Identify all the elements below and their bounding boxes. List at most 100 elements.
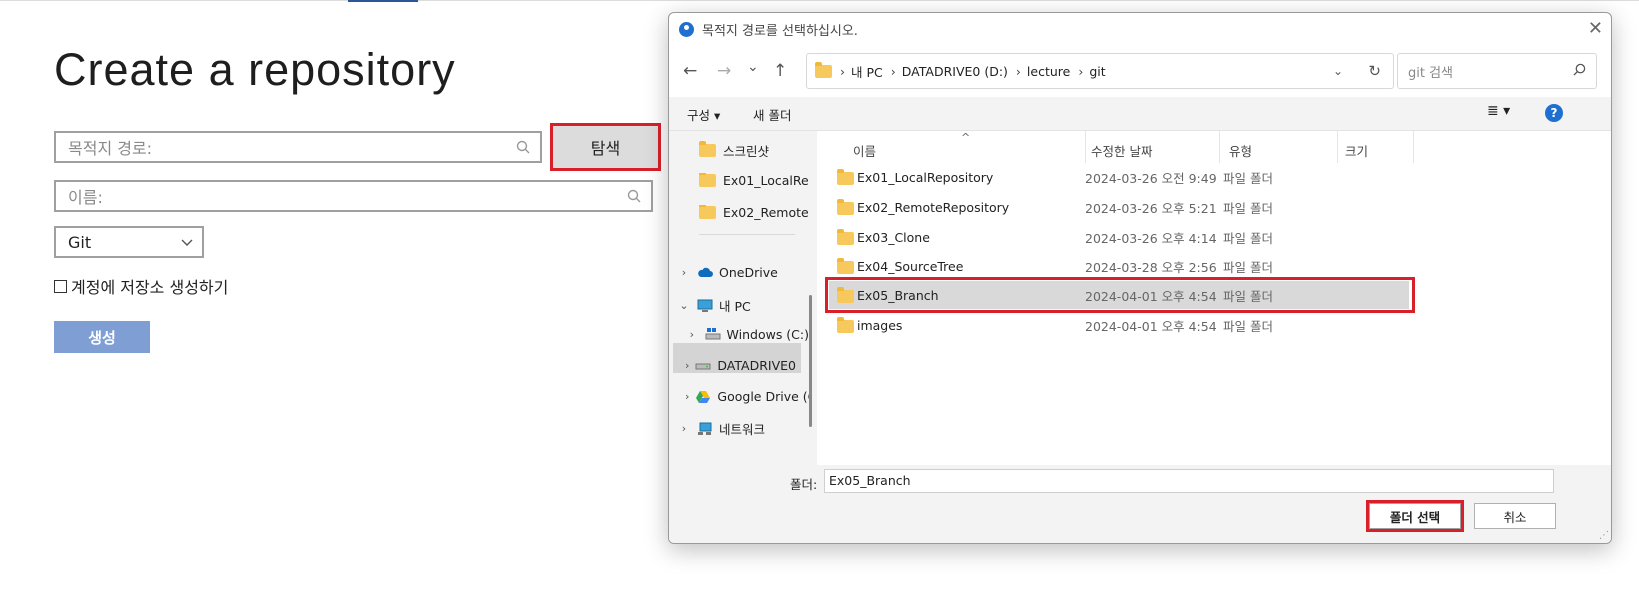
file-date: 2024-04-01 오후 4:54 (1085, 318, 1217, 334)
nav-item-network[interactable]: › 네트워크 (677, 419, 765, 438)
forward-arrow-icon[interactable]: → (717, 61, 731, 81)
breadcrumb-separator: › (1078, 63, 1084, 79)
vcs-type-value: Git (68, 232, 92, 252)
select-folder-button[interactable]: 폴더 선택 (1366, 500, 1464, 532)
folder-icon (699, 141, 716, 157)
nav-item-onedrive[interactable]: › OneDrive (677, 265, 778, 280)
destination-path-placeholder: 목적지 경로: (68, 139, 153, 158)
folder-icon (837, 258, 854, 274)
breadcrumb-item[interactable]: lecture (1027, 64, 1070, 79)
breadcrumb-item[interactable]: DATADRIVE0 (D:) (902, 64, 1008, 79)
file-type: 파일 폴더 (1223, 200, 1273, 216)
folder-icon (837, 229, 854, 245)
breadcrumb-item[interactable]: 내 PC (851, 62, 883, 81)
expand-chevron-icon[interactable]: › (685, 359, 689, 372)
nav-item-drive-c[interactable]: › Windows (C:) (685, 327, 809, 342)
vcs-type-select[interactable]: Git (54, 226, 204, 258)
resize-grip-icon[interactable]: ⋰ (1599, 530, 1609, 541)
address-bar[interactable]: › 내 PC › DATADRIVE0 (D:) › lecture › git… (806, 53, 1394, 89)
google-drive-icon (695, 390, 711, 404)
nav-item-label: OneDrive (719, 265, 778, 280)
new-folder-button[interactable]: 새 폴더 (753, 105, 791, 124)
table-row[interactable]: Ex03_Clone 2024-03-26 오후 4:14 파일 폴더 (827, 223, 1409, 251)
folder-icon (699, 173, 716, 187)
table-row[interactable]: Ex04_SourceTree 2024-03-28 오후 2:56 파일 폴더 (827, 252, 1409, 280)
navigation-pane: 스크린샷 Ex01_LocalRepository Ex02_RemoteRep… (669, 131, 817, 465)
column-divider[interactable] (1085, 131, 1086, 163)
active-tab-indicator (348, 0, 418, 2)
nav-item-label: 네트워크 (719, 422, 766, 437)
folder-search-input[interactable]: git 검색 (1397, 53, 1597, 89)
folder-icon (837, 169, 854, 185)
column-divider[interactable] (1337, 131, 1338, 163)
back-arrow-icon[interactable]: ← (683, 61, 697, 81)
column-header-name[interactable]: 이름 (853, 141, 876, 160)
repository-name-input[interactable]: 이름: (54, 180, 653, 212)
folder-icon (699, 205, 716, 219)
dialog-title: 목적지 경로를 선택하십시오. (702, 24, 858, 39)
nav-item-ex01[interactable]: Ex01_LocalRepository (699, 173, 809, 188)
create-button[interactable]: 생성 (54, 321, 150, 353)
breadcrumb-item[interactable]: git (1089, 64, 1105, 79)
nav-item-label: Ex02_RemoteRepository (723, 205, 809, 220)
search-icon (510, 134, 536, 160)
cancel-button[interactable]: 취소 (1474, 503, 1556, 529)
sort-ascending-icon: ^ (961, 131, 971, 144)
checkbox-box[interactable] (54, 279, 67, 293)
column-header-modified[interactable]: 수정한 날짜 (1091, 141, 1152, 160)
collapse-chevron-icon[interactable]: ⌄ (677, 299, 691, 312)
nav-item-label: Windows (C:) (726, 327, 809, 342)
cloud-icon (697, 266, 713, 280)
column-divider[interactable] (1219, 131, 1220, 163)
folder-search-placeholder: git 검색 (1408, 65, 1454, 81)
table-row[interactable]: Ex01_LocalRepository 2024-03-26 오전 9:49 … (827, 163, 1409, 191)
file-name: Ex01_LocalRepository (857, 169, 994, 185)
hard-drive-icon (695, 359, 711, 373)
dialog-titlebar[interactable]: 목적지 경로를 선택하십시오. ✕ (669, 13, 1611, 45)
navigation-row: ← → ⌄ ↑ › 내 PC › DATADRIVE0 (D:) › lectu… (669, 53, 1611, 89)
repository-name-placeholder: 이름: (68, 188, 103, 207)
create-on-account-label: 계정에 저장소 생성하기 (71, 278, 229, 297)
address-dropdown-icon[interactable]: ⌄ (1333, 64, 1343, 78)
nav-item-screenshots[interactable]: 스크린샷 (699, 141, 769, 160)
table-row[interactable]: images 2024-04-01 오후 4:54 파일 폴더 (827, 311, 1409, 339)
organize-menu[interactable]: 구성 ▾ (687, 105, 720, 124)
location-pin-icon (679, 22, 694, 37)
folder-name-input[interactable]: Ex05_Branch (824, 469, 1554, 493)
nav-item-drive-d[interactable]: › DATADRIVE0 (D:) (685, 358, 799, 373)
breadcrumb-separator: › (840, 63, 845, 79)
breadcrumb-separator: › (890, 63, 896, 79)
nav-item-ex02[interactable]: Ex02_RemoteRepository (699, 205, 809, 220)
nav-item-this-pc[interactable]: ⌄ 내 PC (677, 296, 751, 315)
refresh-icon[interactable]: ↻ (1368, 62, 1381, 80)
column-header-type[interactable]: 유형 (1229, 141, 1252, 160)
expand-chevron-icon[interactable]: › (677, 266, 691, 279)
folder-label: 폴더: (790, 477, 818, 492)
expand-chevron-icon[interactable]: › (677, 422, 691, 435)
breadcrumb-separator: › (1015, 63, 1021, 79)
close-icon[interactable]: ✕ (1588, 18, 1603, 39)
table-row[interactable]: Ex02_RemoteRepository 2024-03-26 오후 5:21… (827, 193, 1409, 221)
folder-icon (837, 317, 854, 333)
create-on-account-checkbox[interactable]: 계정에 저장소 생성하기 (54, 274, 228, 298)
destination-path-input[interactable]: 목적지 경로: (54, 131, 542, 163)
file-name: Ex03_Clone (857, 229, 930, 245)
expand-chevron-icon[interactable]: › (685, 328, 699, 341)
column-divider[interactable] (1413, 131, 1414, 163)
help-icon[interactable]: ? (1545, 104, 1563, 122)
folder-icon (837, 199, 854, 215)
folder-icon (815, 61, 832, 78)
recent-locations-icon[interactable]: ⌄ (747, 59, 759, 75)
nav-pane-scrollbar[interactable] (809, 295, 812, 427)
nav-divider (699, 234, 795, 235)
up-arrow-icon[interactable]: ↑ (773, 61, 787, 81)
file-type: 파일 폴더 (1223, 318, 1273, 334)
file-type: 파일 폴더 (1223, 230, 1273, 246)
browse-button[interactable]: 탐색 (550, 123, 661, 171)
column-header-size[interactable]: 크기 (1345, 141, 1368, 160)
expand-chevron-icon[interactable]: › (685, 390, 689, 403)
file-date: 2024-03-28 오후 2:56 (1085, 259, 1217, 275)
view-options-icon[interactable]: ≣ ▾ (1487, 103, 1510, 119)
nav-item-label: 스크린샷 (723, 144, 770, 159)
nav-item-google-drive[interactable]: › Google Drive (G:) (685, 389, 809, 404)
